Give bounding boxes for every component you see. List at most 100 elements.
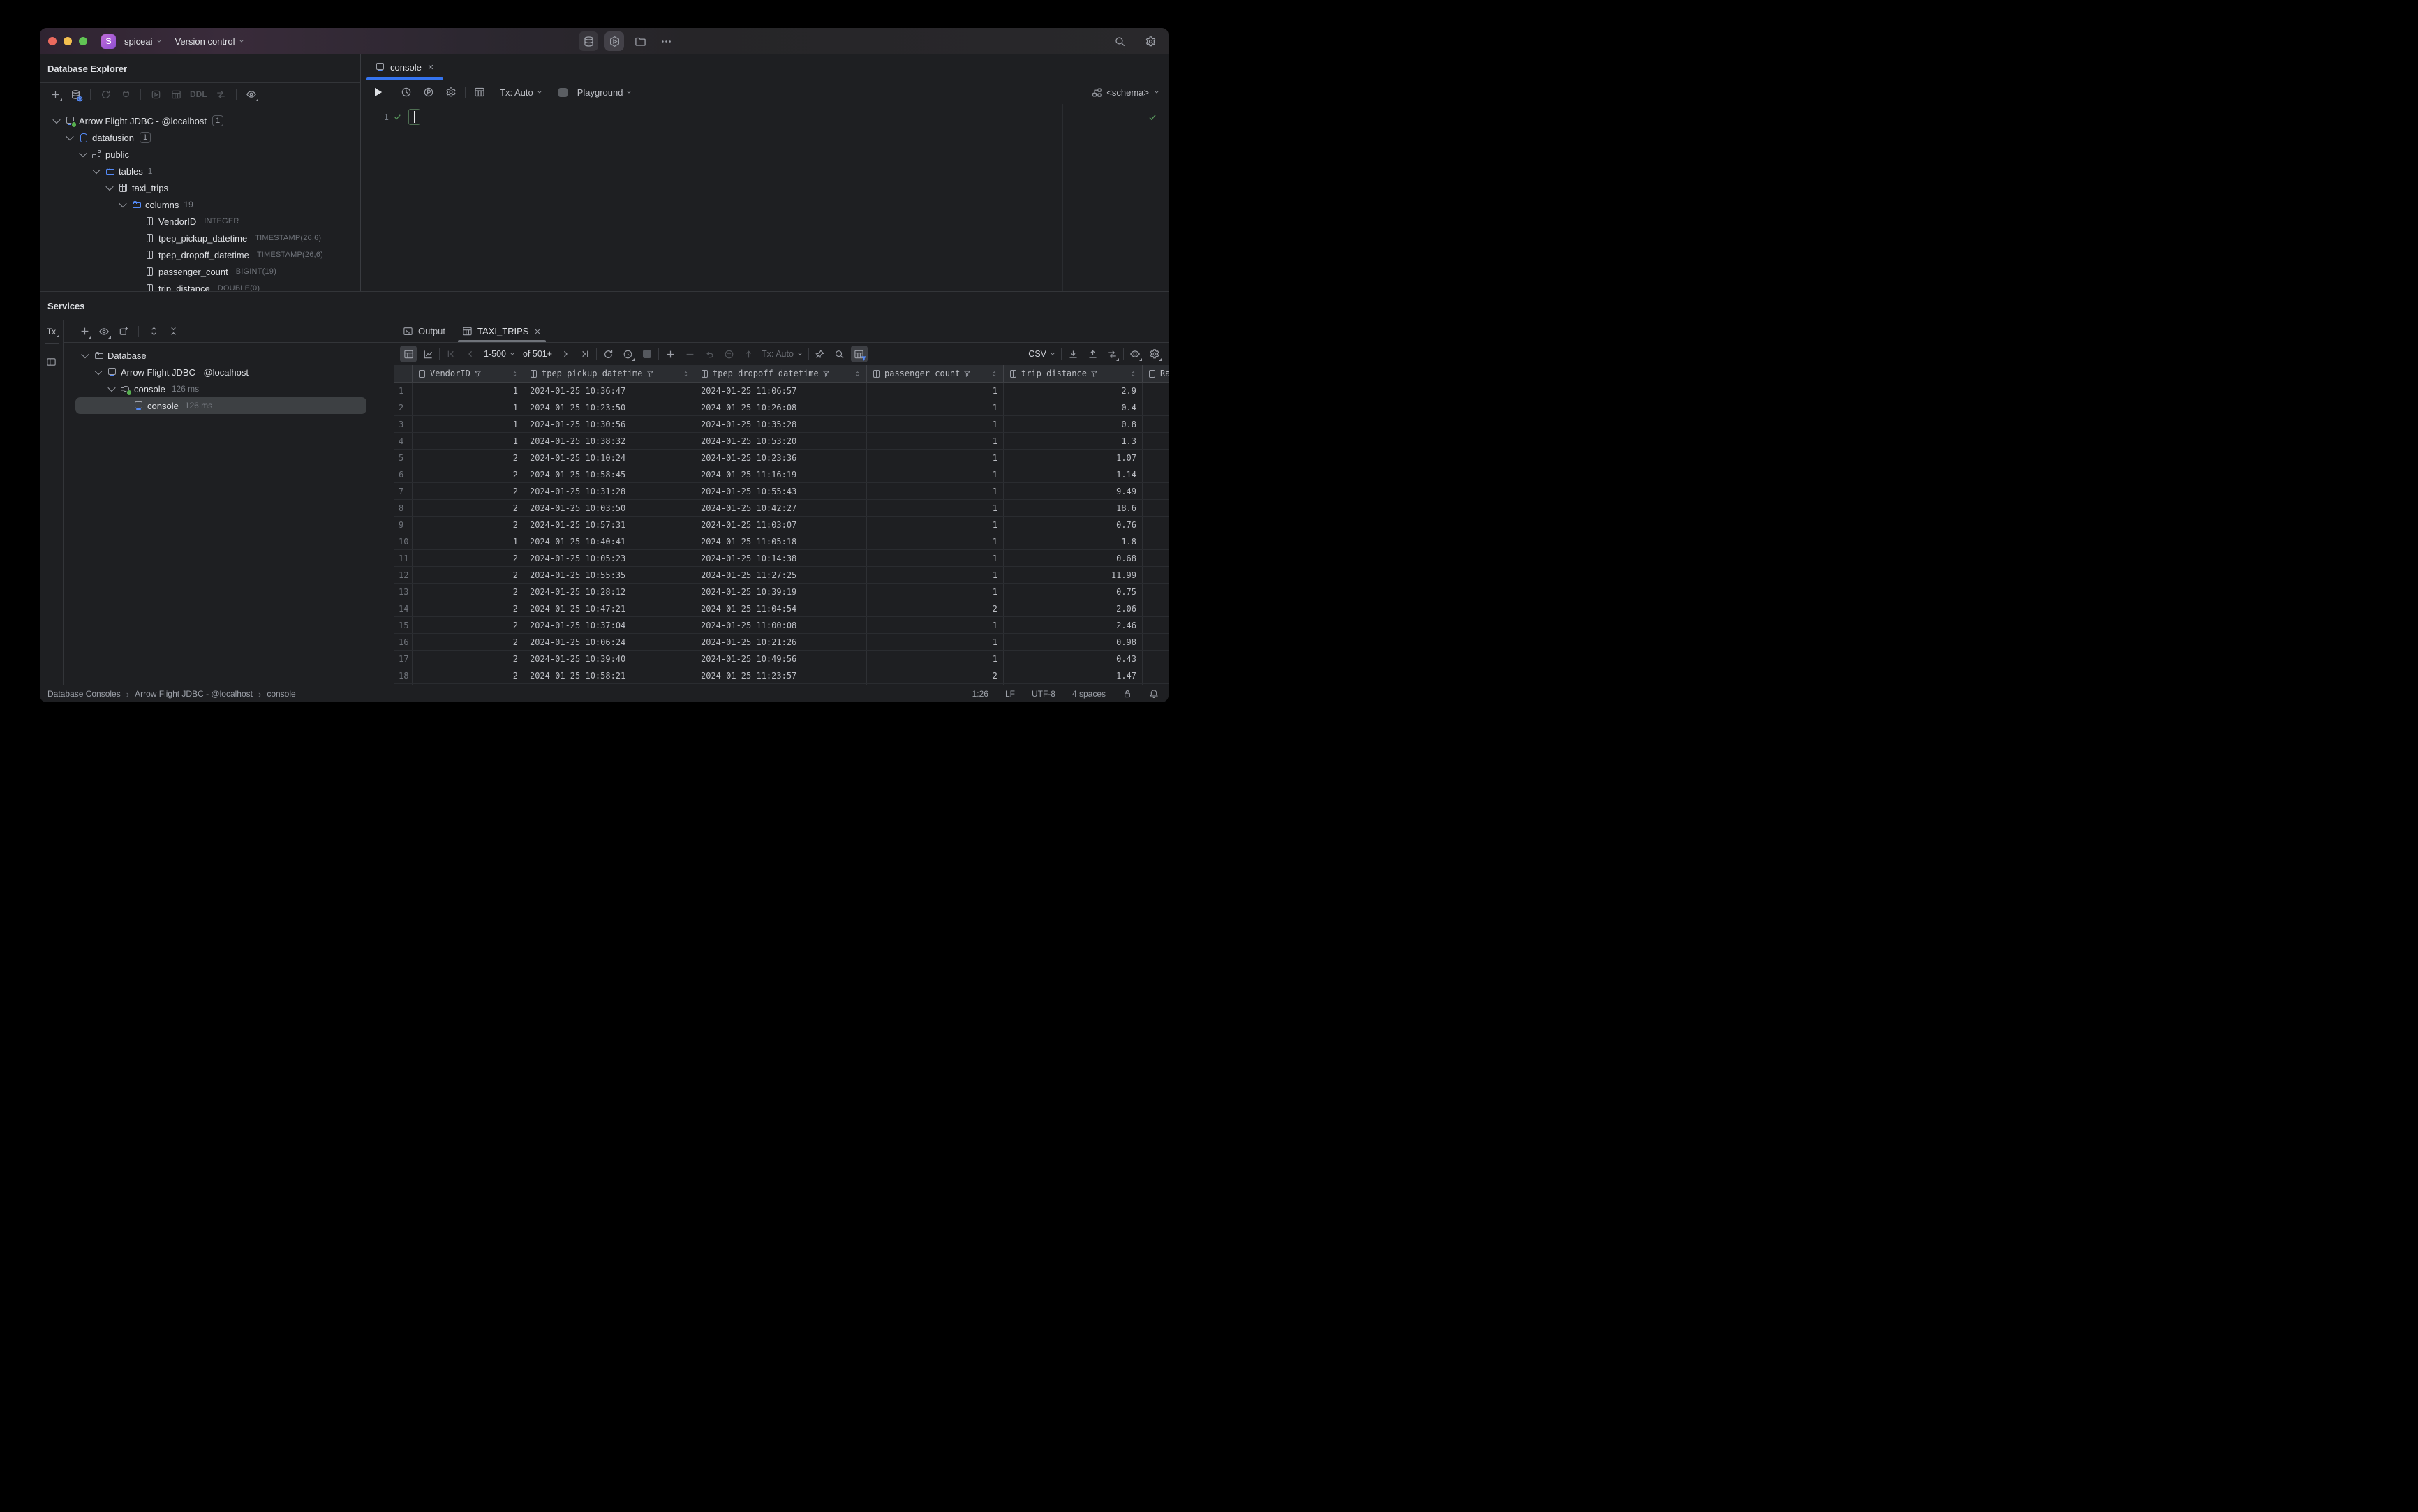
tree-item[interactable]: tpep_dropoff_datetime TIMESTAMP(26,6) [40,246,360,263]
chevron-down-icon[interactable] [80,350,90,361]
new-datasource-button[interactable] [47,86,64,103]
trip-distance-cell[interactable]: 2.06 [1004,600,1143,616]
dropoff-datetime-cell[interactable]: 2024-01-25 11:03:07 [695,517,867,533]
tree-item[interactable]: Arrow Flight JDBC - @localhost [64,364,394,380]
tab-output[interactable]: Output [394,320,454,342]
auto-refresh-button[interactable] [619,346,636,362]
rate-cell[interactable] [1143,634,1169,650]
passenger-count-cell[interactable]: 1 [867,584,1004,600]
trip-distance-cell[interactable]: 1.8 [1004,533,1143,549]
version-control-menu[interactable]: Version control [171,36,249,47]
passenger-count-cell[interactable]: 1 [867,416,1004,432]
schema-selector[interactable]: <schema> [1092,87,1160,98]
passenger-count-cell[interactable]: 2 [867,667,1004,683]
vendorid-cell[interactable]: 2 [413,450,524,466]
pickup-datetime-cell[interactable]: 2024-01-25 10:31:28 [524,483,695,499]
push-changes-button[interactable] [740,346,757,362]
delete-row-button[interactable] [681,346,698,362]
reload-data-button[interactable] [600,346,616,362]
passenger-count-cell[interactable]: 1 [867,550,1004,566]
pickup-datetime-cell[interactable]: 2024-01-25 10:57:31 [524,517,695,533]
tx-toggle-button[interactable]: Tx [45,326,60,337]
table-row[interactable]: 10 1 2024-01-25 10:40:41 2024-01-25 11:0… [394,533,1169,550]
project-files-button[interactable] [630,31,650,51]
dropoff-datetime-cell[interactable]: 2024-01-25 10:23:36 [695,450,867,466]
passenger-count-cell[interactable]: 1 [867,433,1004,449]
trip-distance-cell[interactable]: 0.75 [1004,584,1143,600]
tree-item[interactable]: Arrow Flight JDBC - @localhost 1 [40,112,360,129]
chevron-down-icon[interactable] [64,132,75,143]
minimize-window-button[interactable] [64,37,72,45]
jump-to-console-button[interactable] [213,86,230,103]
rate-cell[interactable] [1143,500,1169,516]
chevron-down-icon[interactable] [51,115,61,126]
pickup-datetime-cell[interactable]: 2024-01-25 10:28:12 [524,584,695,600]
readonly-toggle[interactable] [1122,689,1132,699]
close-icon[interactable] [533,327,542,336]
dropoff-datetime-cell[interactable]: 2024-01-25 11:04:54 [695,600,867,616]
previous-page-button[interactable] [462,346,479,362]
vendorid-cell[interactable]: 1 [413,433,524,449]
passenger-count-cell[interactable]: 1 [867,383,1004,399]
rate-cell[interactable] [1143,383,1169,399]
open-in-new-tab-button[interactable] [115,323,132,340]
rate-cell[interactable] [1143,466,1169,482]
table-row[interactable]: 9 2 2024-01-25 10:57:31 2024-01-25 11:03… [394,517,1169,533]
dropoff-datetime-cell[interactable]: 2024-01-25 10:53:20 [695,433,867,449]
pickup-datetime-cell[interactable]: 2024-01-25 10:30:56 [524,416,695,432]
add-service-button[interactable] [76,323,93,340]
sort-arrows-icon[interactable] [991,370,998,378]
settings-button[interactable] [1142,33,1159,50]
funnel-icon[interactable] [822,370,830,378]
trip-distance-cell[interactable]: 11.99 [1004,567,1143,583]
trip-distance-cell[interactable]: 0.4 [1004,399,1143,415]
dropoff-datetime-cell[interactable]: 2024-01-25 10:14:38 [695,550,867,566]
table-row[interactable]: 5 2 2024-01-25 10:10:24 2024-01-25 10:23… [394,450,1169,466]
passenger-count-cell[interactable]: 1 [867,450,1004,466]
pickup-datetime-cell[interactable]: 2024-01-25 10:23:50 [524,399,695,415]
view-options-button[interactable] [96,323,112,340]
rate-cell[interactable] [1143,550,1169,566]
trip-distance-cell[interactable]: 1.47 [1004,667,1143,683]
indent-indicator[interactable]: 4 spaces [1072,689,1106,699]
passenger-count-cell[interactable]: 1 [867,567,1004,583]
compare-data-button[interactable] [1104,346,1120,362]
trip-distance-cell[interactable]: 9.49 [1004,483,1143,499]
table-row[interactable]: 2 1 2024-01-25 10:23:50 2024-01-25 10:26… [394,399,1169,416]
pickup-datetime-cell[interactable]: 2024-01-25 10:10:24 [524,450,695,466]
table-row[interactable]: 4 1 2024-01-25 10:38:32 2024-01-25 10:53… [394,433,1169,450]
expand-all-button[interactable] [145,323,162,340]
dropoff-datetime-cell[interactable]: 2024-01-25 10:26:08 [695,399,867,415]
tree-item[interactable]: VendorID INTEGER [40,213,360,230]
last-page-button[interactable] [577,346,593,362]
vendorid-cell[interactable]: 2 [413,600,524,616]
tree-item[interactable]: columns 19 [40,196,360,213]
passenger-count-cell[interactable]: 1 [867,517,1004,533]
close-window-button[interactable] [48,37,57,45]
playground-selector[interactable]: Playground [577,87,633,98]
breadcrumb-item[interactable]: › Database Consoles [47,689,121,699]
refresh-button[interactable] [97,86,114,103]
vendorid-cell[interactable]: 2 [413,634,524,650]
rate-cell[interactable] [1143,399,1169,415]
passenger-count-cell[interactable]: 2 [867,600,1004,616]
pin-tab-button[interactable] [812,346,829,362]
tab-console[interactable]: console [366,54,443,80]
vendorid-cell[interactable]: 1 [413,416,524,432]
tree-item[interactable]: console 126 ms [64,397,394,414]
passenger-count-cell[interactable]: 1 [867,399,1004,415]
tree-item[interactable]: passenger_count BIGINT(19) [40,263,360,280]
rate-cell[interactable] [1143,584,1169,600]
trip-distance-cell[interactable]: 1.3 [1004,433,1143,449]
vendorid-cell[interactable]: 2 [413,483,524,499]
dropoff-datetime-cell[interactable]: 2024-01-25 11:27:25 [695,567,867,583]
rate-cell[interactable] [1143,567,1169,583]
dropoff-datetime-cell[interactable]: 2024-01-25 10:49:56 [695,651,867,667]
trip-distance-cell[interactable]: 0.98 [1004,634,1143,650]
export-format-selector[interactable]: CSV [1026,349,1058,359]
rate-cell[interactable] [1143,651,1169,667]
chevron-down-icon[interactable] [93,366,103,378]
passenger-count-cell[interactable]: 1 [867,483,1004,499]
table-row[interactable]: 6 2 2024-01-25 10:58:45 2024-01-25 11:16… [394,466,1169,483]
column-header[interactable]: tpep_pickup_datetime [524,365,695,382]
